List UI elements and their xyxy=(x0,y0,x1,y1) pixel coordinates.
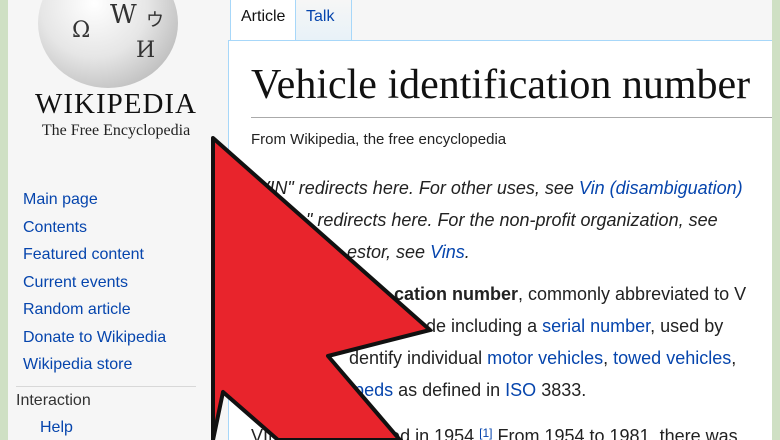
reference-link[interactable]: [1] xyxy=(479,426,492,440)
link-scooters[interactable]: scooter xyxy=(251,380,310,400)
sidebar-nav: Main page Contents Featured content Curr… xyxy=(23,186,166,379)
sidebar-heading-interaction: Interaction xyxy=(16,392,91,409)
body-text: used in 1954. xyxy=(371,426,480,440)
hatnote-text: . xyxy=(464,242,470,262)
link-towed-vehicles[interactable]: towed vehicles xyxy=(613,348,731,368)
hatnote: estor, see Vins. xyxy=(347,242,470,263)
sidebar: Ω W И ウ WIKIPEDIA The Free Encyclopedia … xyxy=(8,0,218,440)
sidebar-item-help[interactable]: Help xyxy=(40,419,73,437)
link-iso[interactable]: ISO xyxy=(505,380,536,400)
article-paragraph-line: cation number, commonly abbreviated to V xyxy=(394,284,746,305)
sidebar-item-random-article[interactable]: Random article xyxy=(23,296,166,324)
tab-talk[interactable]: Talk xyxy=(296,0,352,40)
body-text: From 1954 to 1981, there was xyxy=(492,426,738,440)
hatnote: s" redirects here. For the non-profit or… xyxy=(297,210,718,231)
article-paragraph-line: scooters, mopeds as defined in ISO 3833. xyxy=(251,380,586,401)
logo-glyph: И xyxy=(136,38,156,63)
body-text: 3833. xyxy=(536,380,587,400)
link-motor-vehicles[interactable]: motor vehicles xyxy=(487,348,603,368)
logo-glyph: Ω xyxy=(72,18,91,43)
hatnote-link[interactable]: Vin (disambiguation) xyxy=(579,178,743,198)
sidebar-item-contents[interactable]: Contents xyxy=(23,214,166,242)
sidebar-divider xyxy=(16,386,196,387)
browser-frame: Ω W И ウ WIKIPEDIA The Free Encyclopedia … xyxy=(8,0,772,440)
body-text: s, xyxy=(310,380,330,400)
wikipedia-wordmark: WIKIPEDIA xyxy=(34,88,197,120)
sidebar-item-main-page[interactable]: Main page xyxy=(23,186,166,214)
body-text: as defined in xyxy=(393,380,506,400)
wikipedia-globe-logo[interactable]: Ω W И ウ xyxy=(38,0,178,88)
body-text: , used by xyxy=(650,316,724,336)
link-serial-number[interactable]: serial number xyxy=(542,316,650,336)
hatnote-text: estor, see xyxy=(347,242,431,262)
article-paragraph-line: VINs we used in 1954.[1] From 1954 to 19… xyxy=(251,426,738,440)
article-content: Vehicle identification number From Wikip… xyxy=(228,40,772,440)
hatnote-link[interactable]: Vins xyxy=(430,242,465,262)
body-text: , commonly abbreviated to V xyxy=(518,284,747,304)
tab-article[interactable]: Article xyxy=(230,0,296,40)
sidebar-item-current-events[interactable]: Current events xyxy=(23,269,166,297)
article-source-note: From Wikipedia, the free encyclopedia xyxy=(251,131,507,148)
sidebar-item-donate[interactable]: Donate to Wikipedia xyxy=(23,324,166,352)
wikipedia-tagline: The Free Encyclopedia xyxy=(41,122,191,139)
hatnote-text: s" redirects here. For the non-profit or… xyxy=(297,210,718,230)
page-title: Vehicle identification number xyxy=(251,62,751,108)
bold-term: cation number xyxy=(394,284,519,304)
sidebar-item-featured-content[interactable]: Featured content xyxy=(23,241,166,269)
sidebar-item-store[interactable]: Wikipedia store xyxy=(23,351,166,379)
article-paragraph-line: code including a serial number, used by xyxy=(407,316,723,337)
hatnote-text: "VIN" redirects here. For other uses, se… xyxy=(251,178,579,198)
page-tabs: Article Talk xyxy=(218,0,772,40)
body-text: dentify individual xyxy=(349,348,488,368)
logo-glyph: W xyxy=(110,0,137,30)
article-paragraph-line: dentify individual motor vehicles, towed… xyxy=(349,348,736,369)
title-divider xyxy=(251,117,772,118)
body-text: , xyxy=(603,348,614,368)
body-text: code including a xyxy=(407,316,543,336)
logo-glyph: ウ xyxy=(146,10,164,31)
body-text: , xyxy=(731,348,737,368)
body-text: VINs we xyxy=(251,426,319,440)
link-mopeds[interactable]: mopeds xyxy=(329,380,393,400)
hatnote: "VIN" redirects here. For other uses, se… xyxy=(251,178,743,199)
